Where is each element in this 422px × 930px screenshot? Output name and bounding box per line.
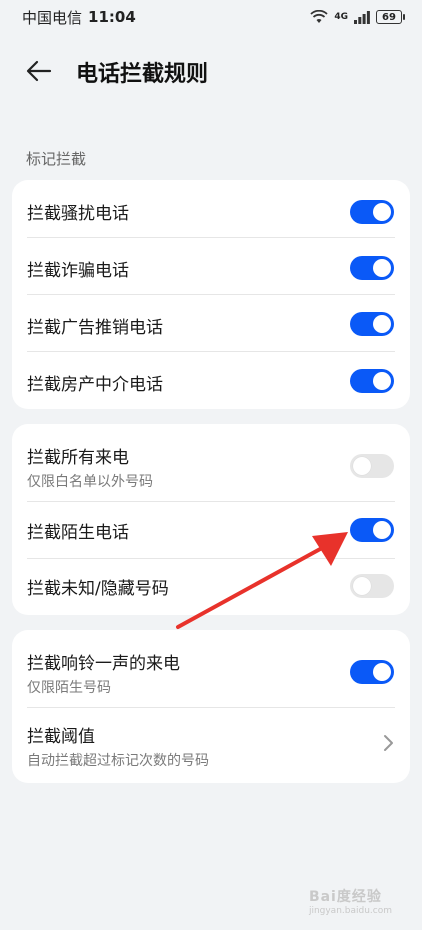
watermark-url: jingyan.baidu.com <box>308 906 392 916</box>
row-sublabel: 自动拦截超过标记次数的号码 <box>27 753 209 769</box>
toggle-block-strangers[interactable] <box>350 518 394 542</box>
watermark-brand: Bai度经验 <box>308 889 382 905</box>
status-time: 11:04 <box>88 8 136 26</box>
toggle-block-harassment[interactable] <box>350 200 394 224</box>
row-block-strangers[interactable]: 拦截陌生电话 <box>12 501 410 558</box>
chevron-right-icon[interactable] <box>380 733 396 753</box>
row-label: 拦截所有来电 <box>27 448 129 468</box>
back-button[interactable] <box>24 58 54 84</box>
network-type: 4G <box>334 12 348 22</box>
row-block-real-estate[interactable]: 拦截房产中介电话 <box>12 351 410 409</box>
row-block-all-calls[interactable]: 拦截所有来电 仅限白名单以外号码 <box>12 424 410 501</box>
row-block-threshold[interactable]: 拦截阈值 自动拦截超过标记次数的号码 <box>12 707 410 783</box>
signal-icon <box>354 10 370 24</box>
toggle-block-ads[interactable] <box>350 312 394 336</box>
row-label: 拦截广告推销电话 <box>27 318 163 338</box>
card-marked-block: 拦截骚扰电话 拦截诈骗电话 拦截广告推销电话 拦截房产中介电话 <box>12 180 410 409</box>
row-label: 拦截诈骗电话 <box>27 261 129 281</box>
row-block-ads[interactable]: 拦截广告推销电话 <box>12 294 410 351</box>
page-title: 电话拦截规则 <box>76 62 209 87</box>
carrier-name: 中国电信 <box>22 8 83 27</box>
row-label: 拦截响铃一声的来电 <box>27 654 180 674</box>
battery-level: 69 <box>382 11 396 23</box>
row-sublabel: 仅限陌生号码 <box>27 680 111 696</box>
toggle-block-fraud[interactable] <box>350 256 394 280</box>
row-block-unknown-hidden[interactable]: 拦截未知/隐藏号码 <box>12 558 410 615</box>
section-label-marked: 标记拦截 <box>26 150 87 168</box>
row-block-harassment[interactable]: 拦截骚扰电话 <box>12 180 410 237</box>
row-sublabel: 仅限白名单以外号码 <box>27 474 153 490</box>
row-block-fraud[interactable]: 拦截诈骗电话 <box>12 237 410 294</box>
arrow-left-icon <box>26 60 52 82</box>
toggle-block-real-estate[interactable] <box>350 369 394 393</box>
toggle-block-unknown-hidden[interactable] <box>350 574 394 598</box>
row-label: 拦截陌生电话 <box>27 523 129 543</box>
row-label: 拦截房产中介电话 <box>27 375 163 395</box>
toggle-block-all-calls[interactable] <box>350 454 394 478</box>
row-label: 拦截阈值 <box>27 727 95 747</box>
toggle-block-one-ring[interactable] <box>350 660 394 684</box>
card-advanced-block: 拦截响铃一声的来电 仅限陌生号码 拦截阈值 自动拦截超过标记次数的号码 <box>12 630 410 783</box>
row-block-one-ring[interactable]: 拦截响铃一声的来电 仅限陌生号码 <box>12 630 410 707</box>
wifi-icon <box>310 10 328 23</box>
card-general-block: 拦截所有来电 仅限白名单以外号码 拦截陌生电话 拦截未知/隐藏号码 <box>12 424 410 615</box>
status-bar: 中国电信 11:04 4G 69 <box>0 0 422 34</box>
watermark: Bai度经验 jingyan.baidu.com <box>309 886 392 916</box>
row-label: 拦截未知/隐藏号码 <box>27 579 169 599</box>
battery-icon: 69 <box>376 10 405 24</box>
row-label: 拦截骚扰电话 <box>27 204 129 224</box>
app-header: 电话拦截规则 <box>0 48 422 94</box>
